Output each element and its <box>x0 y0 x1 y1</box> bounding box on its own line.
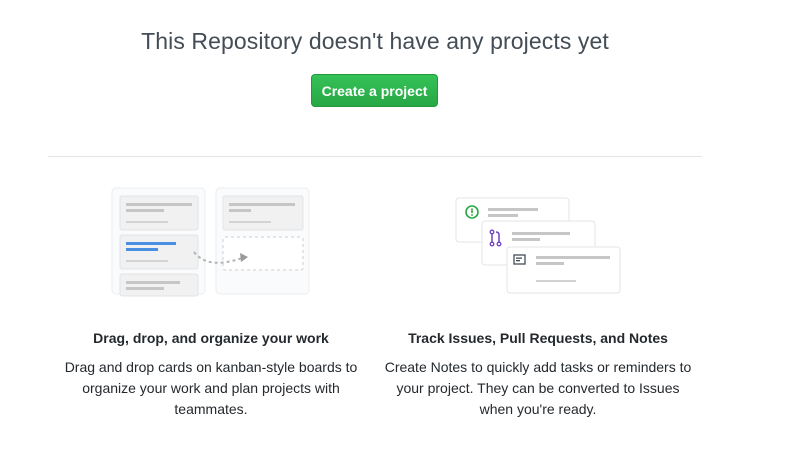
section-divider <box>48 156 702 157</box>
feature-description-drag-drop: Drag and drop cards on kanban-style boar… <box>64 359 358 417</box>
feature-description-track: Create Notes to quickly add tasks or rem… <box>384 359 692 417</box>
kanban-board-illustration <box>111 187 310 297</box>
page-title: This Repository doesn't have any project… <box>141 28 609 54</box>
feature-heading-track: Track Issues, Pull Requests, and Notes <box>408 330 668 346</box>
feature-heading-drag-drop: Drag, drop, and organize your work <box>93 330 329 346</box>
create-project-button[interactable]: Create a project <box>311 74 438 107</box>
track-cards-illustration <box>455 197 621 294</box>
